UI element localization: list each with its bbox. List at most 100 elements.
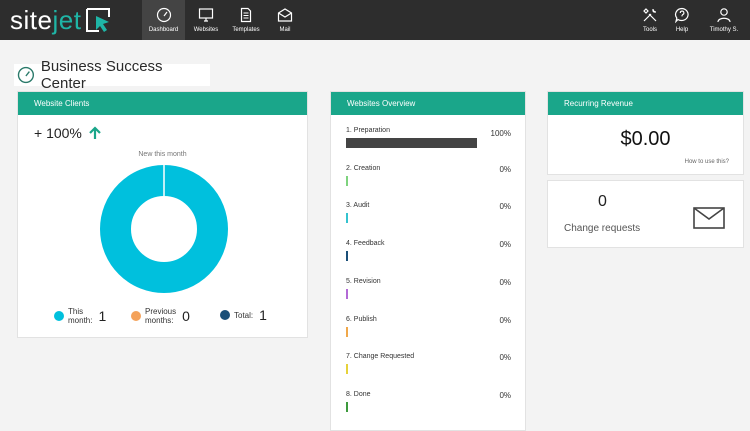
logo-cursor-icon <box>86 8 111 32</box>
client-growth-value: + 100% <box>34 125 82 141</box>
logo-text-site: site <box>10 4 53 35</box>
stage-percent: 0% <box>499 202 511 212</box>
nav-websites-label: Websites <box>193 27 219 33</box>
legend-dot-previous-months <box>131 311 141 321</box>
recurring-revenue-header: Recurring Revenue <box>548 92 743 115</box>
stage-progress-bar <box>346 251 348 262</box>
stage-percent: 0% <box>499 353 511 363</box>
stage-row[interactable]: 6. Publish 0% <box>346 316 511 340</box>
revenue-amount: $0.00 <box>620 128 671 150</box>
website-clients-header: Website Clients <box>18 92 307 115</box>
stage-percent: 0% <box>499 164 511 174</box>
legend-value-previous-months: 0 <box>182 308 190 324</box>
stage-percent: 0% <box>499 315 511 325</box>
clients-donut-chart <box>100 165 228 293</box>
nav-user-account[interactable]: Timothy S. <box>704 0 744 40</box>
legend-dot-total <box>220 310 230 320</box>
gauge-icon <box>17 66 35 84</box>
stage-row[interactable]: 4. Feedback 0% <box>346 240 511 264</box>
legend-value-total: 1 <box>259 307 267 323</box>
legend-dot-this-month <box>54 311 64 321</box>
stage-name: 2. Creation <box>346 164 381 172</box>
websites-overview-card: Websites Overview 1. Preparation 100% 2. C… <box>330 91 526 431</box>
legend-label-total: Total: <box>234 310 254 320</box>
nav-dashboard[interactable]: Dashboard <box>142 0 185 40</box>
change-requests-count: 0 <box>598 193 607 210</box>
legend-label-this-month-line2: month: <box>68 316 93 325</box>
stage-progress-bar <box>346 175 348 186</box>
page-title-text: Business Success Center <box>40 58 163 92</box>
envelope-icon <box>277 8 293 22</box>
stage-progress-track <box>346 401 477 412</box>
sitejet-logo[interactable]: site jet <box>10 4 113 36</box>
website-clients-card: Website Clients + 100% New this month Th… <box>17 91 308 338</box>
stage-progress-track <box>346 175 477 186</box>
stage-row[interactable]: 5. Revision 0% <box>346 278 511 302</box>
user-icon <box>717 8 731 23</box>
arrow-up-icon <box>89 126 101 139</box>
nav-tools[interactable]: Tools <box>636 0 664 40</box>
stage-progress-bar <box>346 213 348 224</box>
stage-row[interactable]: 2. Creation 0% <box>346 165 511 189</box>
websites-overview-header: Websites Overview <box>331 92 525 115</box>
stage-progress-bar <box>346 364 348 375</box>
stage-progress-bar <box>346 138 477 148</box>
legend-value-this-month: 1 <box>98 308 107 324</box>
recurring-revenue-card: Recurring Revenue $0.00 How to use this? <box>547 91 744 175</box>
envelope-icon <box>693 207 725 229</box>
tools-icon <box>643 8 657 22</box>
document-icon <box>240 7 252 23</box>
stage-row[interactable]: 7. Change Requested 0% <box>346 353 511 377</box>
stage-name: 3. Audit <box>346 202 370 210</box>
how-to-use-link[interactable]: How to use this? <box>685 159 729 165</box>
stage-progress-bar <box>346 288 348 299</box>
stage-percent: 0% <box>499 240 511 250</box>
stage-name: 6. Publish <box>346 315 377 323</box>
legend-label-previous-line2: months: <box>145 316 174 325</box>
stage-name: 4. Feedback <box>346 240 385 248</box>
nav-templates-label: Templates <box>232 27 260 33</box>
monitor-icon <box>198 8 214 22</box>
stage-progress-track <box>346 213 477 224</box>
stage-row[interactable]: 8. Done 0% <box>346 391 511 415</box>
legend-total: Total: 1 <box>220 307 267 323</box>
legend-label-previous-months: Previous months: <box>145 307 176 325</box>
nav-websites[interactable]: Websites <box>189 0 223 40</box>
top-navigation-bar: site jet Dashboard Websites Templates Ma… <box>0 0 750 40</box>
stage-progress-track <box>346 326 477 337</box>
gauge-icon <box>156 7 171 23</box>
stage-name: 7. Change Requested <box>346 353 415 361</box>
stage-progress-track <box>346 288 477 299</box>
stage-name: 5. Revision <box>346 277 381 285</box>
stage-row[interactable]: 1. Preparation 100% <box>346 127 511 151</box>
nav-user-label: Timothy S. <box>709 27 739 33</box>
stage-percent: 0% <box>499 277 511 287</box>
stage-progress-bar <box>346 401 348 412</box>
nav-tools-label: Tools <box>642 27 657 33</box>
stage-progress-track <box>346 138 477 148</box>
stage-row[interactable]: 3. Audit 0% <box>346 202 511 226</box>
new-this-month-label: New this month <box>138 151 187 158</box>
nav-mail[interactable]: Mail <box>270 0 300 40</box>
legend-label-previous-line1: Previous <box>145 307 177 316</box>
help-bubble-icon <box>674 7 689 23</box>
stage-progress-track <box>346 364 477 375</box>
stage-percent: 0% <box>499 390 511 400</box>
nav-dashboard-label: Dashboard <box>148 27 179 33</box>
stage-percent: 100% <box>490 129 511 138</box>
nav-mail-label: Mail <box>279 27 291 33</box>
nav-templates[interactable]: Templates <box>227 0 265 40</box>
stage-name: 8. Done <box>346 390 371 398</box>
legend-this-month: This month: 1 <box>54 307 106 325</box>
client-growth: + 100% <box>34 125 102 141</box>
legend-label-this-month-line1: This <box>68 307 84 316</box>
stage-progress-bar <box>346 326 348 337</box>
legend-label-this-month: This month: <box>68 307 92 325</box>
stage-progress-track <box>346 251 477 262</box>
nav-help[interactable]: Help <box>668 0 696 40</box>
stage-name: 1. Preparation <box>346 127 390 134</box>
legend-previous-months: Previous months: 0 <box>131 307 190 325</box>
nav-help-label: Help <box>675 27 689 33</box>
change-requests-label: Change requests <box>564 223 641 234</box>
change-requests-card[interactable]: 0 Change requests <box>547 180 744 248</box>
